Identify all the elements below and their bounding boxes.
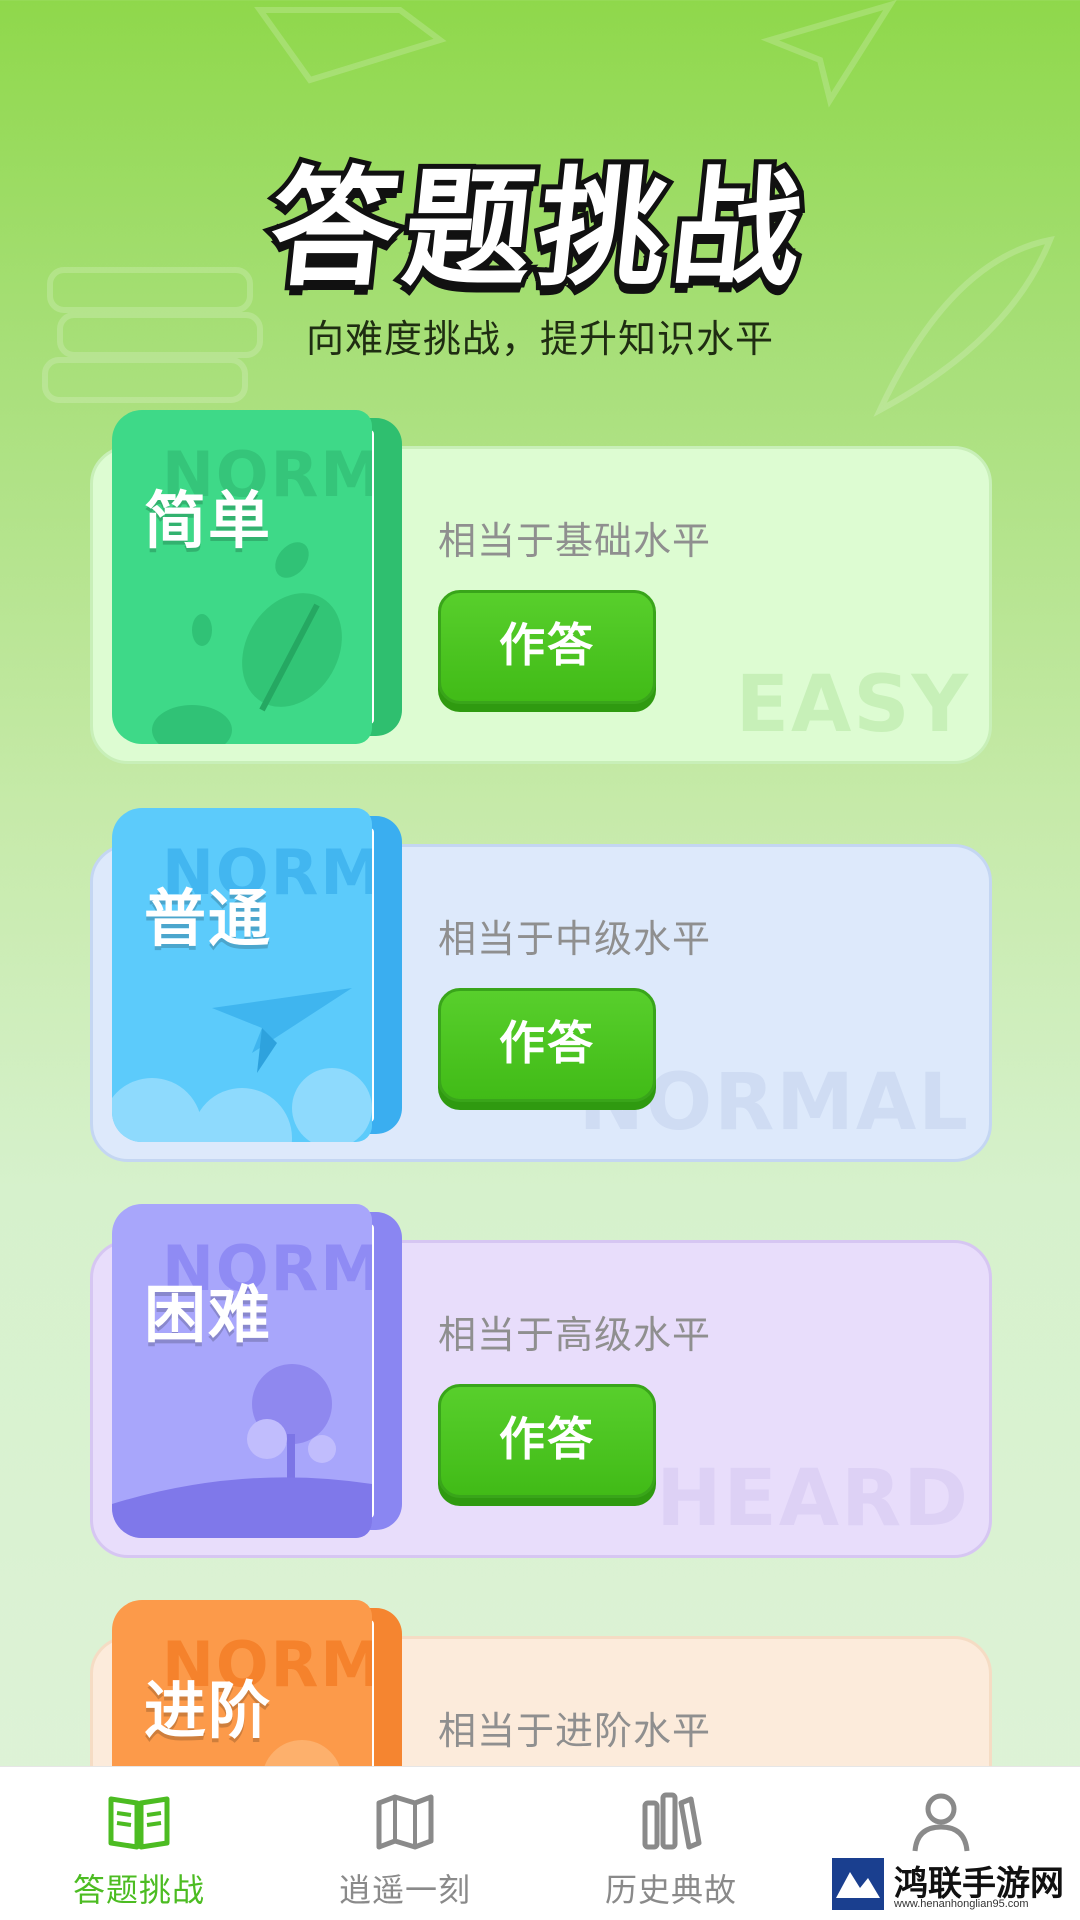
level-description: 相当于基础水平 — [438, 519, 712, 563]
book-open-icon — [108, 1796, 170, 1850]
level-card-normal[interactable]: NORMAL NORM 普通 相当于中级水平 作答 — [90, 808, 992, 1162]
page-title: 答题挑战 — [258, 150, 820, 309]
level-label: 普通 — [144, 882, 273, 955]
level-label: 困难 — [144, 1278, 273, 1351]
watermark-url: www.henanhonglian95.com — [894, 1898, 1029, 1910]
level-label: 进阶 — [144, 1674, 273, 1747]
tab-history-stories[interactable]: 历史典故 — [536, 1767, 806, 1920]
page-subtitle: 向难度挑战，提升知识水平 — [305, 317, 774, 361]
header: 答题挑战 向难度挑战，提升知识水平 — [0, 0, 1080, 380]
level-description: 相当于中级水平 — [438, 917, 712, 961]
level-book: NORM 普通 — [112, 808, 402, 1142]
user-icon — [912, 1793, 970, 1852]
tab-label: 逍遥一刻 — [338, 1871, 471, 1909]
level-label: 简单 — [144, 484, 273, 557]
card-ghost-text: EASY — [735, 660, 970, 750]
level-card-easy[interactable]: EASY NORM 简单 相当于基础水平 作答 — [90, 410, 992, 764]
level-description: 相当于进阶水平 — [438, 1709, 712, 1753]
answer-button[interactable]: 作答 — [438, 590, 656, 704]
site-watermark: 鸿联手游网 www.henanhonglian95.com — [832, 1856, 1072, 1916]
level-book: NORM 困难 — [112, 1204, 402, 1538]
answer-button[interactable]: 作答 — [438, 988, 656, 1102]
tab-label: 历史典故 — [604, 1871, 737, 1909]
map-icon — [376, 1794, 434, 1850]
books-icon — [642, 1792, 702, 1850]
watermark-logo-icon — [832, 1858, 884, 1910]
tab-label: 答题挑战 — [72, 1871, 205, 1909]
level-book: NORM 简单 — [112, 410, 402, 744]
answer-button[interactable]: 作答 — [438, 1384, 656, 1498]
tab-quiz-challenge[interactable]: 答题挑战 — [4, 1767, 274, 1920]
card-ghost-text: HEARD — [656, 1454, 970, 1544]
level-card-hard[interactable]: HEARD NORM 困难 相当于高级水平 作答 — [90, 1204, 992, 1558]
level-description: 相当于高级水平 — [438, 1313, 712, 1357]
tab-leisure-moment[interactable]: 逍遥一刻 — [270, 1767, 540, 1920]
